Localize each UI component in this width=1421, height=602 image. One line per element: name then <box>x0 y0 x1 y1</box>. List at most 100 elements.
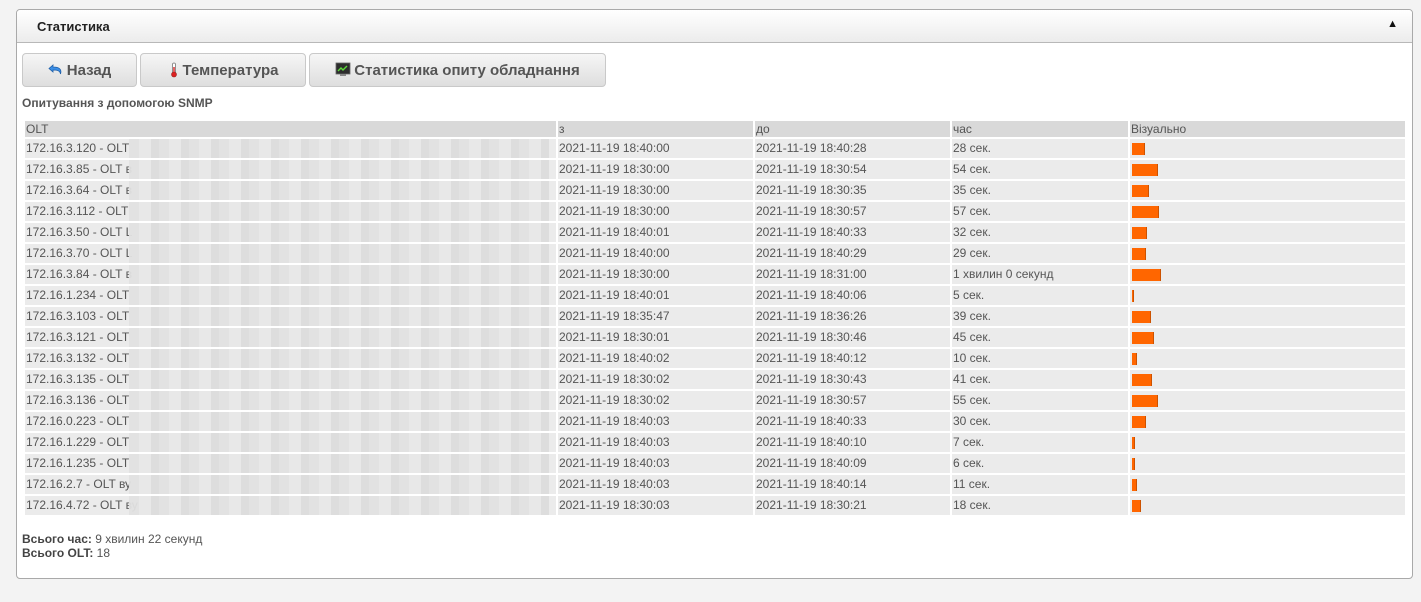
duration-bar <box>1132 227 1147 239</box>
olt-name: 172.16.3.70 - OLT L <box>26 246 133 260</box>
to-cell: 2021-11-19 18:40:06 <box>755 286 950 305</box>
olt-cell: 172.16.3.84 - OLT в <box>25 265 556 284</box>
to-cell: 2021-11-19 18:30:21 <box>755 496 950 515</box>
from-cell: 2021-11-19 18:30:00 <box>558 181 753 200</box>
olt-name: 172.16.2.7 - OLT ву <box>26 477 132 491</box>
back-button[interactable]: Назад <box>22 53 137 87</box>
duration-bar <box>1132 164 1158 176</box>
from-cell: 2021-11-19 18:40:00 <box>558 139 753 158</box>
table-row: 172.16.3.85 - OLT в 2021-11-19 18:30:00 20… <box>25 160 1405 179</box>
duration-cell: 35 сек. <box>952 181 1128 200</box>
redacted-mask <box>129 160 549 179</box>
olt-cell: 172.16.3.70 - OLT L <box>25 244 556 263</box>
from-cell: 2021-11-19 18:30:02 <box>558 370 753 389</box>
redacted-mask <box>129 202 549 221</box>
visual-cell <box>1130 265 1405 284</box>
visual-cell <box>1130 307 1405 326</box>
olt-cell: 172.16.1.234 - OLT <box>25 286 556 305</box>
poll-stats-table: OLT з до час Візуально 172.16.3.120 - OL… <box>23 119 1407 517</box>
redacted-mask <box>129 412 549 431</box>
olt-cell: 172.16.3.132 - OLT <box>25 349 556 368</box>
duration-bar <box>1132 143 1145 155</box>
thermometer-icon <box>168 62 180 78</box>
duration-cell: 1 хвилин 0 секунд <box>952 265 1128 284</box>
back-button-label: Назад <box>66 61 112 79</box>
from-cell: 2021-11-19 18:40:02 <box>558 349 753 368</box>
redacted-mask <box>129 181 549 200</box>
to-cell: 2021-11-19 18:30:57 <box>755 202 950 221</box>
table-row: 172.16.0.223 - OLT 2021-11-19 18:40:03 202… <box>25 412 1405 431</box>
duration-bar <box>1132 458 1135 470</box>
visual-cell <box>1130 223 1405 242</box>
total-time: Всього час: 9 хвилин 22 секунд <box>22 532 202 546</box>
olt-cell: 172.16.1.229 - OLT <box>25 433 556 452</box>
table-row: 172.16.3.50 - OLT L 2021-11-19 18:40:01 20… <box>25 223 1405 242</box>
to-cell: 2021-11-19 18:40:14 <box>755 475 950 494</box>
table-row: 172.16.3.136 - OLT 2021-11-19 18:30:02 202… <box>25 391 1405 410</box>
to-cell: 2021-11-19 18:40:29 <box>755 244 950 263</box>
to-cell: 2021-11-19 18:36:26 <box>755 307 950 326</box>
table-row: 172.16.3.135 - OLT 2021-11-19 18:30:02 202… <box>25 370 1405 389</box>
duration-cell: 55 сек. <box>952 391 1128 410</box>
olt-name: 172.16.3.121 - OLT <box>26 330 130 344</box>
olt-cell: 172.16.3.112 - OLT <box>25 202 556 221</box>
olt-name: 172.16.3.84 - OLT в <box>26 267 132 281</box>
visual-cell <box>1130 349 1405 368</box>
panel-header[interactable]: Статистика ▲ <box>17 10 1412 43</box>
to-cell: 2021-11-19 18:40:28 <box>755 139 950 158</box>
duration-bar <box>1132 437 1135 449</box>
olt-cell: 172.16.1.235 - OLT <box>25 454 556 473</box>
visual-cell <box>1130 370 1405 389</box>
table-row: 172.16.3.121 - OLT 2021-11-19 18:30:01 202… <box>25 328 1405 347</box>
olt-name: 172.16.3.120 - OLT <box>26 141 130 155</box>
temperature-button-label: Температура <box>182 61 279 79</box>
duration-cell: 18 сек. <box>952 496 1128 515</box>
visual-cell <box>1130 496 1405 515</box>
table-row: 172.16.3.84 - OLT в 2021-11-19 18:30:00 20… <box>25 265 1405 284</box>
redacted-mask <box>129 496 549 515</box>
table-row: 172.16.3.132 - OLT 2021-11-19 18:40:02 202… <box>25 349 1405 368</box>
triangle-up-icon[interactable]: ▲ <box>1387 18 1398 30</box>
redacted-mask <box>129 307 549 326</box>
olt-cell: 172.16.0.223 - OLT <box>25 412 556 431</box>
duration-cell: 30 сек. <box>952 412 1128 431</box>
from-cell: 2021-11-19 18:30:02 <box>558 391 753 410</box>
from-cell: 2021-11-19 18:40:03 <box>558 454 753 473</box>
olt-cell: 172.16.3.103 - OLT <box>25 307 556 326</box>
column-header-olt: OLT <box>25 121 556 137</box>
duration-cell: 54 сек. <box>952 160 1128 179</box>
column-header-from: з <box>558 121 753 137</box>
temperature-button[interactable]: Температура <box>140 53 306 87</box>
duration-cell: 29 сек. <box>952 244 1128 263</box>
from-cell: 2021-11-19 18:40:03 <box>558 433 753 452</box>
redacted-mask <box>129 454 549 473</box>
olt-name: 172.16.3.132 - OLT <box>26 351 130 365</box>
total-olt-value: 18 <box>96 546 111 560</box>
from-cell: 2021-11-19 18:30:00 <box>558 160 753 179</box>
visual-cell <box>1130 244 1405 263</box>
olt-name: 172.16.3.112 - OLT <box>26 204 129 218</box>
to-cell: 2021-11-19 18:30:57 <box>755 391 950 410</box>
redacted-mask <box>129 328 549 347</box>
duration-bar <box>1132 248 1146 260</box>
redacted-mask <box>129 475 549 494</box>
olt-cell: 172.16.3.85 - OLT в <box>25 160 556 179</box>
poll-stats-button[interactable]: Статистика опиту обладнання <box>309 53 606 87</box>
from-cell: 2021-11-19 18:30:03 <box>558 496 753 515</box>
olt-name: 172.16.3.136 - OLT <box>26 393 130 407</box>
from-cell: 2021-11-19 18:40:01 <box>558 223 753 242</box>
olt-cell: 172.16.3.50 - OLT L <box>25 223 556 242</box>
poll-stats-button-label: Статистика опиту обладнання <box>354 61 580 79</box>
table-row: 172.16.1.235 - OLT 2021-11-19 18:40:03 202… <box>25 454 1405 473</box>
undo-arrow-icon <box>48 62 64 78</box>
column-header-visual: Візуально <box>1130 121 1405 137</box>
from-cell: 2021-11-19 18:30:00 <box>558 265 753 284</box>
olt-cell: 172.16.3.64 - OLT в <box>25 181 556 200</box>
table-row: 172.16.3.70 - OLT L 2021-11-19 18:40:00 20… <box>25 244 1405 263</box>
redacted-mask <box>129 433 549 452</box>
olt-name: 172.16.4.72 - OLT ву <box>26 498 138 512</box>
duration-bar <box>1132 479 1137 491</box>
table-row: 172.16.3.103 - OLT 2021-11-19 18:35:47 202… <box>25 307 1405 326</box>
duration-cell: 10 сек. <box>952 349 1128 368</box>
total-time-value: 9 хвилин 22 секунд <box>95 532 203 546</box>
